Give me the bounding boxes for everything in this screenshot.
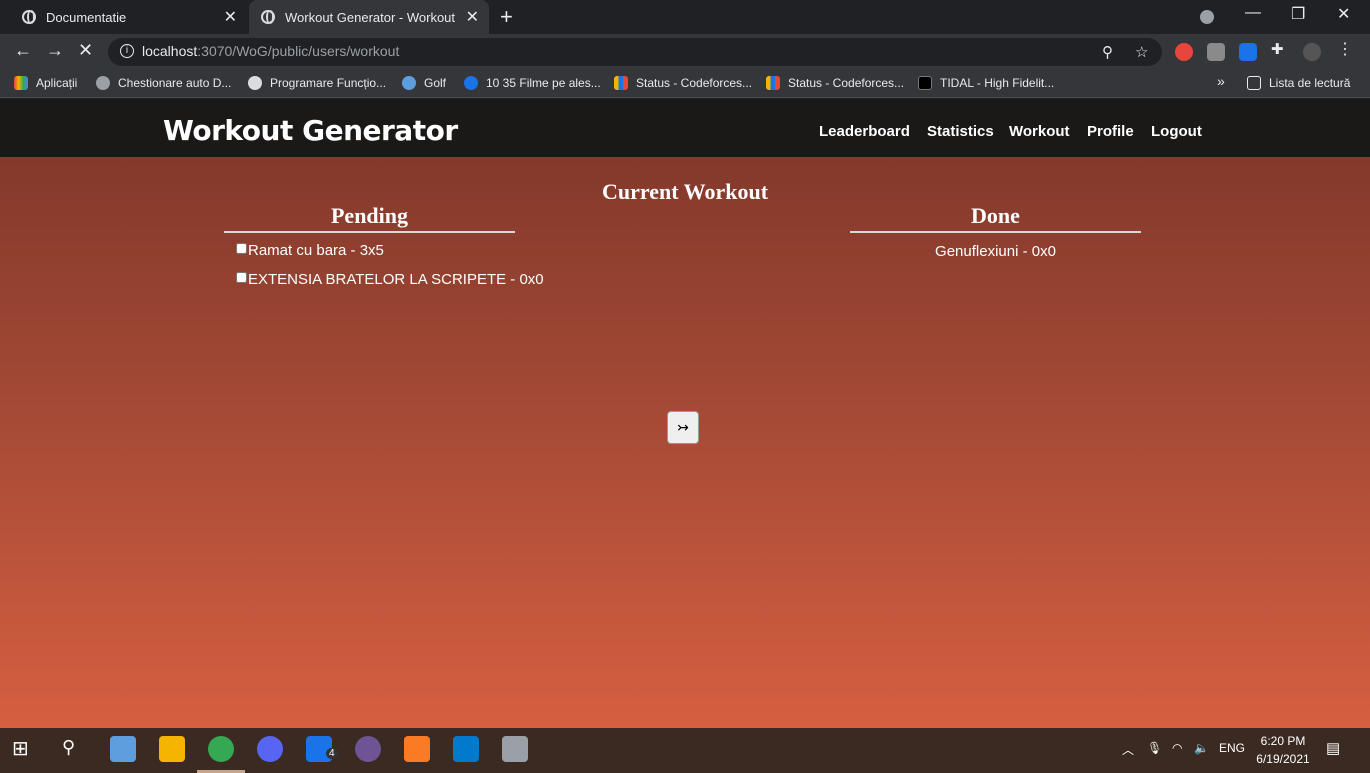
- menu-icon[interactable]: ⋮: [1337, 39, 1355, 58]
- minimize-icon[interactable]: —: [1245, 4, 1261, 22]
- stop-loading-icon[interactable]: ✕: [78, 40, 93, 61]
- close-tab-icon[interactable]: ✕: [466, 7, 479, 27]
- nav-leaderboard[interactable]: Leaderboard: [819, 123, 910, 140]
- vscode-icon[interactable]: [453, 736, 479, 762]
- reading-list-icon: [1247, 76, 1261, 90]
- more-bookmarks-icon[interactable]: »: [1217, 73, 1225, 89]
- bookmark-chestionare[interactable]: Chestionare auto D...: [96, 76, 231, 90]
- puzzle-icon[interactable]: ✚: [1271, 40, 1289, 58]
- bookmarks-bar: Aplicații Chestionare auto D... Programa…: [0, 70, 1370, 98]
- mail-badge: 4: [326, 748, 338, 759]
- site-info-icon[interactable]: i: [120, 44, 134, 58]
- back-icon[interactable]: ←: [14, 40, 32, 61]
- globe-icon: [22, 10, 36, 24]
- codeforces-icon: [614, 76, 628, 90]
- chrome-icon[interactable]: [208, 736, 234, 762]
- bookmark-codeforces-1[interactable]: Status - Codeforces...: [614, 76, 752, 90]
- github-icon[interactable]: [355, 736, 381, 762]
- steering-wheel-icon: [96, 76, 110, 90]
- nav-statistics[interactable]: Statistics: [927, 123, 994, 140]
- new-extension-icon[interactable]: [1239, 43, 1257, 61]
- tab-title: Workout Generator - Workout: [285, 9, 456, 25]
- this-pc-icon[interactable]: [110, 736, 136, 762]
- volume-icon[interactable]: 🔈: [1194, 741, 1209, 755]
- tray-chevron-icon[interactable]: ︿: [1122, 741, 1134, 758]
- microphone-icon[interactable]: 🎙: [1147, 741, 1162, 755]
- xampp-icon[interactable]: [404, 736, 430, 762]
- extension-icon[interactable]: [1207, 43, 1225, 61]
- bookmark-aplicatii[interactable]: Aplicații: [14, 76, 77, 90]
- windows-start-icon[interactable]: ⊞: [12, 736, 38, 762]
- forward-icon[interactable]: →: [46, 40, 64, 61]
- reading-list[interactable]: Lista de lectură: [1247, 76, 1350, 90]
- paint-icon[interactable]: [502, 736, 528, 762]
- notifications-icon[interactable]: ▤: [1326, 739, 1340, 757]
- tidal-icon: [918, 76, 932, 90]
- bookmark-golf[interactable]: Golf: [402, 76, 446, 90]
- nav-profile[interactable]: Profile: [1087, 123, 1134, 140]
- site-header: Workout Generator Leaderboard Statistics…: [0, 99, 1370, 157]
- clock-time: 6:20 PM: [1260, 734, 1306, 748]
- globe-icon: [261, 10, 275, 24]
- pending-checkbox[interactable]: [236, 272, 247, 283]
- nav-workout[interactable]: Workout: [1009, 123, 1070, 140]
- clock[interactable]: 6:20 PM 6/19/2021: [1255, 732, 1311, 768]
- site-logo[interactable]: Workout Generator: [163, 114, 458, 147]
- play-icon: [464, 76, 478, 90]
- close-tab-icon[interactable]: ✕: [224, 7, 237, 27]
- tab-workout-generator[interactable]: Workout Generator - Workout ✕: [249, 0, 489, 34]
- page-content: Workout Generator Leaderboard Statistics…: [0, 99, 1370, 729]
- pending-title: Pending: [224, 203, 515, 233]
- done-title: Done: [850, 203, 1141, 233]
- pending-item[interactable]: EXTENSIA BRATELOR LA SCRIPETE - 0x0: [236, 271, 544, 288]
- tab-documentatie[interactable]: Documentatie ✕: [0, 0, 247, 34]
- codeforces-icon: [766, 76, 780, 90]
- clock-date: 6/19/2021: [1256, 752, 1310, 766]
- file-explorer-icon[interactable]: [159, 736, 185, 762]
- pending-item[interactable]: Ramat cu bara - 3x5: [236, 242, 384, 259]
- bookmark-tidal[interactable]: TIDAL - High Fidelit...: [918, 76, 1054, 90]
- url-text[interactable]: localhost:3070/WoG/public/users/workout: [142, 43, 399, 59]
- pending-checkbox[interactable]: [236, 243, 247, 254]
- tab-search-icon[interactable]: [1200, 10, 1214, 24]
- language-indicator[interactable]: ENG: [1219, 741, 1245, 755]
- browser-tabstrip: Documentatie ✕ Workout Generator - Worko…: [0, 0, 1370, 34]
- bookmark-codeforces-2[interactable]: Status - Codeforces...: [766, 76, 904, 90]
- tab-title: Documentatie: [46, 9, 127, 25]
- bookmark-filme[interactable]: 10 35 Filme pe ales...: [464, 76, 601, 90]
- apps-grid-icon: [14, 76, 28, 90]
- window-close-icon[interactable]: ✕: [1337, 4, 1350, 24]
- new-tab-button[interactable]: +: [500, 4, 513, 30]
- bookmark-star-icon[interactable]: ☆: [1135, 43, 1148, 61]
- bookmark-programare[interactable]: Programare Funcțio...: [248, 76, 386, 90]
- windows-taskbar: ⊞ ⚲ 4 ︿ 🎙 ◠ 🔈 ENG 6:20 PM 6/19/2021 ▤: [0, 728, 1370, 773]
- wifi-icon[interactable]: ◠: [1172, 741, 1182, 755]
- adblock-icon[interactable]: [1175, 43, 1193, 61]
- address-bar[interactable]: i localhost:3070/WoG/public/users/workou…: [108, 38, 1162, 66]
- zoom-icon[interactable]: ⚲: [1102, 43, 1113, 61]
- nav-logout[interactable]: Logout: [1151, 123, 1202, 140]
- search-icon[interactable]: ⚲: [62, 737, 88, 763]
- globe-icon: [248, 76, 262, 90]
- current-workout-title: Current Workout: [601, 179, 769, 204]
- browser-toolbar: ← → ✕ i localhost:3070/WoG/public/users/…: [0, 34, 1370, 70]
- discord-icon[interactable]: [257, 736, 283, 762]
- avatar[interactable]: [1303, 43, 1321, 61]
- vw-logo-icon: [402, 76, 416, 90]
- done-item: Genuflexiuni - 0x0: [935, 243, 1056, 260]
- restore-icon[interactable]: ❐: [1291, 4, 1305, 24]
- next-exercise-button[interactable]: ↣: [667, 411, 699, 444]
